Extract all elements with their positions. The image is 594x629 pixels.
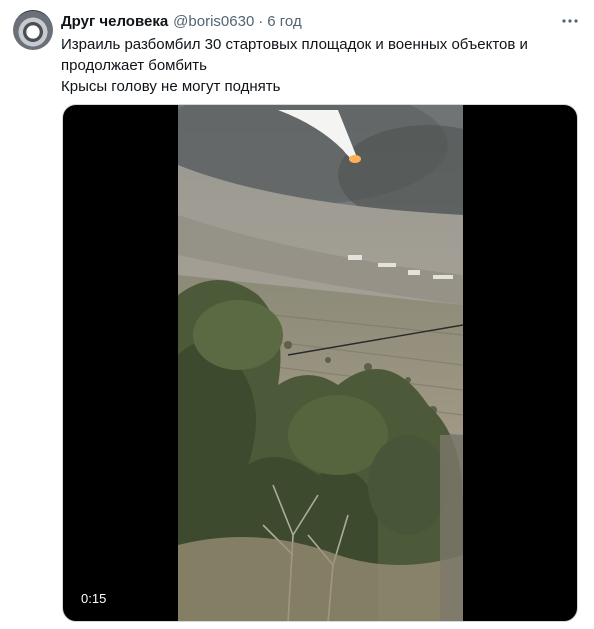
tweet: Друг человека @boris0630 · 6 год Израиль…	[0, 0, 594, 629]
tweet-text-line: Израиль разбомбил 30 стартовых площадок …	[61, 36, 528, 74]
avatar[interactable]	[13, 10, 53, 50]
tweet-text-line: Крысы голову не могут поднять	[61, 78, 281, 95]
tweet-timestamp[interactable]: 6 год	[267, 12, 301, 31]
video-duration-badge: 0:15	[81, 591, 107, 606]
video-player[interactable]: 0:15	[62, 104, 578, 622]
video-still-image	[178, 105, 463, 621]
author-name[interactable]: Друг человека	[61, 12, 168, 31]
tweet-header: Друг человека @boris0630 · 6 год	[61, 12, 302, 31]
author-handle[interactable]: @boris0630	[173, 12, 254, 31]
tweet-text: Израиль разбомбил 30 стартовых площадок …	[61, 34, 561, 97]
more-options-button[interactable]	[558, 9, 582, 33]
separator-dot: ·	[258, 13, 264, 30]
more-horizontal-icon	[562, 19, 578, 23]
video-frame	[178, 105, 463, 621]
